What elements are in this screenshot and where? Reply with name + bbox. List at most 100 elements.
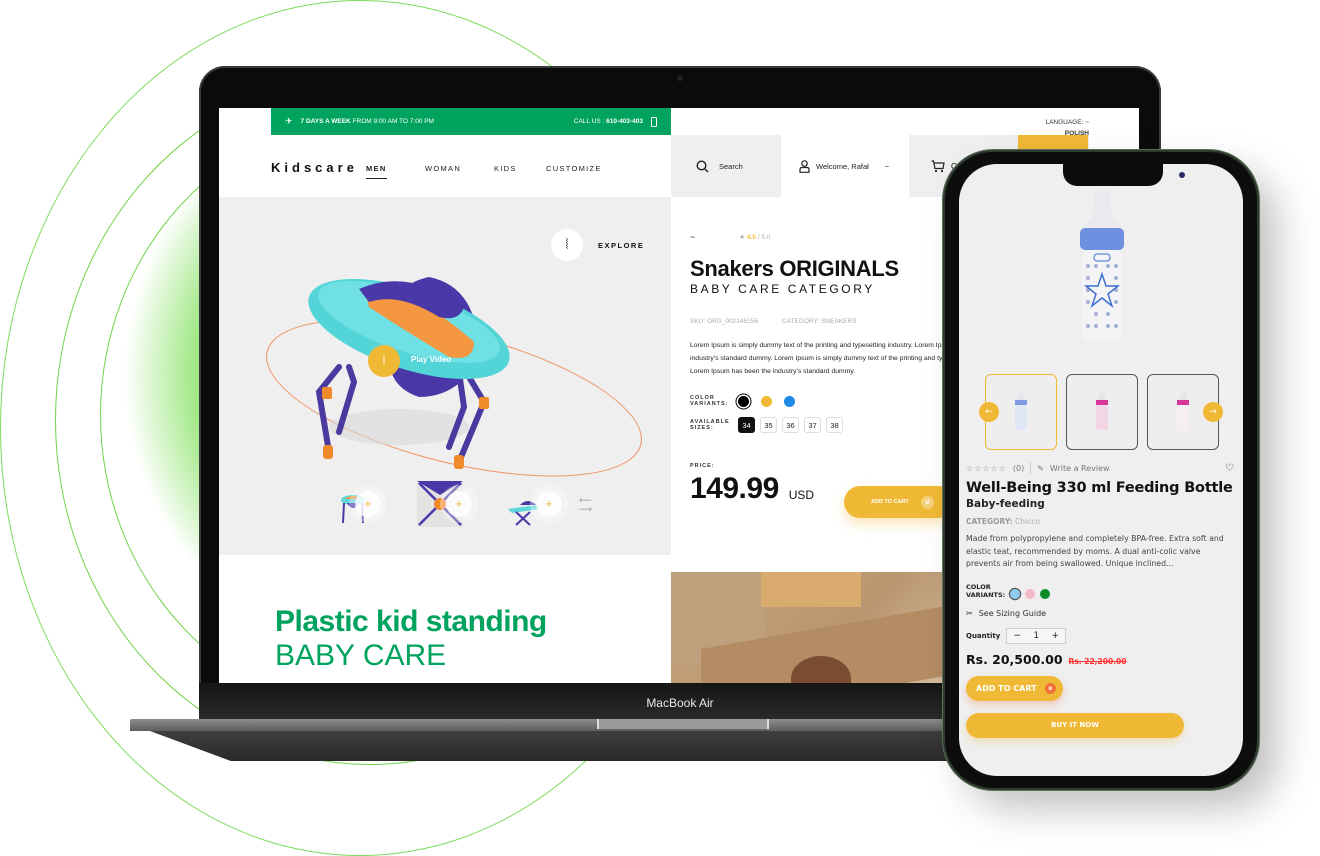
phone-description: Made from polypropylene and completely B… bbox=[966, 534, 1224, 568]
pencil-icon: ✎ bbox=[1037, 463, 1044, 473]
rating-max: / 5.0 bbox=[757, 234, 771, 241]
color-swatch-yellow[interactable] bbox=[761, 395, 772, 407]
category-label: CATEGORY: bbox=[966, 517, 1013, 526]
color-variants-label: COLOR VARIANTS: bbox=[966, 582, 1006, 599]
quantity-value[interactable]: 1 bbox=[1033, 631, 1039, 641]
add-to-cart-button[interactable]: ADD TO CART ⊍ bbox=[844, 486, 954, 518]
sku: SKU: ORG_002145156 bbox=[690, 318, 758, 325]
search-button[interactable]: Search bbox=[671, 135, 781, 197]
laptop-camera bbox=[677, 75, 683, 81]
welcome-label: Welcome, Rafał bbox=[816, 161, 869, 171]
sizing-guide-link[interactable]: ✂ See Sizing Guide bbox=[966, 609, 1234, 618]
plus-button[interactable]: + bbox=[1052, 631, 1060, 641]
logo[interactable]: Kidscare bbox=[271, 160, 358, 175]
phone-category: CATEGORY: Chicco bbox=[966, 517, 1234, 526]
nav-kids[interactable]: KIDS bbox=[494, 164, 517, 173]
category-value[interactable]: Chicco bbox=[1015, 517, 1040, 526]
phone-notch bbox=[1063, 164, 1185, 186]
cart-icon bbox=[931, 159, 945, 172]
chevron-down-icon: ~ bbox=[884, 161, 890, 171]
quantity-row: Quantity − 1 + bbox=[966, 627, 1234, 644]
scissors-icon: ✂ bbox=[966, 608, 973, 618]
thumbnail-pink-bottle[interactable] bbox=[1066, 374, 1138, 450]
wave-icon: ~ bbox=[690, 232, 696, 242]
explore-label: EXPLORE bbox=[598, 240, 645, 250]
phone-product-subtitle: Baby-feeding bbox=[966, 498, 1045, 510]
size-option[interactable]: 37 bbox=[804, 417, 821, 433]
phone-thumbnail-strip: ← → bbox=[979, 374, 1223, 450]
review-count: (0) bbox=[1012, 463, 1025, 473]
quantity-stepper[interactable]: − 1 + bbox=[1006, 627, 1067, 644]
price: 149.99 bbox=[690, 472, 779, 505]
swap-arrows-icon[interactable]: ⟵ ⟶ bbox=[579, 497, 592, 515]
size-option[interactable]: 38 bbox=[826, 417, 843, 433]
color-variants-label: COLOR VARIANTS: bbox=[690, 395, 729, 407]
top-info-bar: ✈ 7 DAYS A WEEK FROM 9:00 AM TO 7:00 PM … bbox=[271, 108, 671, 135]
heart-icon[interactable]: ♡ bbox=[1225, 463, 1234, 474]
phone-product-details: ☆☆☆☆☆ (0) ✎ Write a Review ♡ Well-Being … bbox=[966, 462, 1234, 738]
search-icon bbox=[696, 159, 709, 172]
language-label: LANGUAGE: bbox=[1045, 119, 1084, 126]
rating-value: 4.5 bbox=[746, 234, 756, 241]
size-option[interactable]: 36 bbox=[782, 417, 799, 433]
phone-screen: ← → ☆☆☆☆☆ (0) ✎ Write a Review ♡ Well-Be… bbox=[959, 164, 1243, 776]
add-thumbnail-button[interactable]: + bbox=[446, 491, 472, 517]
mobile-phone-icon bbox=[651, 116, 657, 127]
zigzag-icon: ⦚ bbox=[382, 353, 386, 369]
size-option[interactable]: 35 bbox=[760, 417, 777, 433]
cart-icon: ⊍ bbox=[920, 495, 934, 509]
minus-button[interactable]: − bbox=[1013, 631, 1021, 641]
add-to-cart-label: ADD TO CART bbox=[871, 499, 909, 505]
buy-it-now-label: BUY IT NOW bbox=[1051, 721, 1099, 729]
nav-woman[interactable]: WOMAN bbox=[425, 164, 461, 173]
color-swatch-pink[interactable] bbox=[1025, 588, 1036, 599]
phone-old-price: Rs. 22,200.00 bbox=[1068, 656, 1127, 666]
feeding-bottle-image bbox=[1080, 190, 1124, 340]
banner-title: Plastic kid standing bbox=[275, 605, 547, 638]
user-icon bbox=[799, 159, 810, 173]
explore-button[interactable]: ⦚ EXPLORE bbox=[551, 229, 644, 261]
phone-frame: ← → ☆☆☆☆☆ (0) ✎ Write a Review ♡ Well-Be… bbox=[945, 152, 1257, 788]
phone-color-variants: COLOR VARIANTS: bbox=[966, 583, 1234, 599]
chevron-down-icon: ~ bbox=[1085, 119, 1089, 126]
arrow-right-icon[interactable]: → bbox=[1203, 402, 1223, 422]
banner-subtitle: BABY CARE bbox=[275, 639, 447, 672]
add-thumbnail-button[interactable]: + bbox=[536, 491, 562, 517]
phone-price-row: Rs. 20,500.00 Rs. 22,200.00 bbox=[966, 652, 1234, 667]
sizes-label: AVAILABLE SIZES: bbox=[690, 419, 730, 431]
laptop-hinge bbox=[597, 719, 769, 729]
color-swatch-green[interactable] bbox=[1040, 588, 1051, 599]
call-label: CALL US : bbox=[573, 118, 605, 125]
nav-customize[interactable]: CUSTOMIZE bbox=[546, 164, 602, 173]
review-row: ☆☆☆☆☆ (0) ✎ Write a Review ♡ bbox=[966, 462, 1234, 474]
size-option[interactable]: 34 bbox=[738, 417, 755, 433]
arrow-left-icon[interactable]: ← bbox=[979, 402, 999, 422]
zigzag-icon: ⦚ bbox=[551, 229, 583, 261]
phone-product-title: Well-Being 330 ml Feeding Bottle bbox=[966, 480, 1233, 496]
star-icon: ★ bbox=[739, 234, 746, 241]
schedule-bold: 7 DAYS A WEEK bbox=[300, 118, 351, 125]
category: CATEGORY: SNEAKERS bbox=[781, 318, 857, 325]
color-swatch-black[interactable] bbox=[738, 395, 749, 407]
sizing-guide-label: See Sizing Guide bbox=[978, 608, 1047, 618]
search-label: Search bbox=[719, 161, 743, 171]
write-review-link[interactable]: Write a Review bbox=[1050, 464, 1110, 473]
phone-number[interactable]: 610-403-403 bbox=[606, 118, 643, 125]
add-to-cart-label: ADD TO CART bbox=[976, 683, 1037, 693]
color-swatch-blue[interactable] bbox=[784, 395, 795, 407]
hero-product-stage: ⦚ EXPLORE ⦚ Play Video + + + ⟵ ⟶ bbox=[219, 197, 671, 555]
thumbnail-strip: + + + bbox=[334, 481, 594, 531]
quantity-label: Quantity bbox=[966, 631, 1001, 640]
play-video-button[interactable]: ⦚ bbox=[368, 345, 400, 377]
buy-it-now-button[interactable]: BUY IT NOW bbox=[966, 712, 1184, 738]
phone-price: Rs. 20,500.00 bbox=[966, 651, 1063, 667]
currency: USD bbox=[788, 488, 815, 502]
account-menu[interactable]: Welcome, Rafał ~ bbox=[799, 135, 889, 197]
color-swatch-light-blue[interactable] bbox=[1010, 588, 1021, 599]
add-thumbnail-button[interactable]: + bbox=[355, 491, 381, 517]
paper-plane-icon: ✈ bbox=[285, 116, 293, 126]
phone-add-to-cart-button[interactable]: ADD TO CART ⊍ bbox=[966, 675, 1063, 701]
star-rating-icons: ☆☆☆☆☆ bbox=[966, 463, 1007, 473]
nav-men[interactable]: MEN bbox=[366, 164, 387, 179]
play-video-label[interactable]: Play Video bbox=[411, 355, 451, 364]
